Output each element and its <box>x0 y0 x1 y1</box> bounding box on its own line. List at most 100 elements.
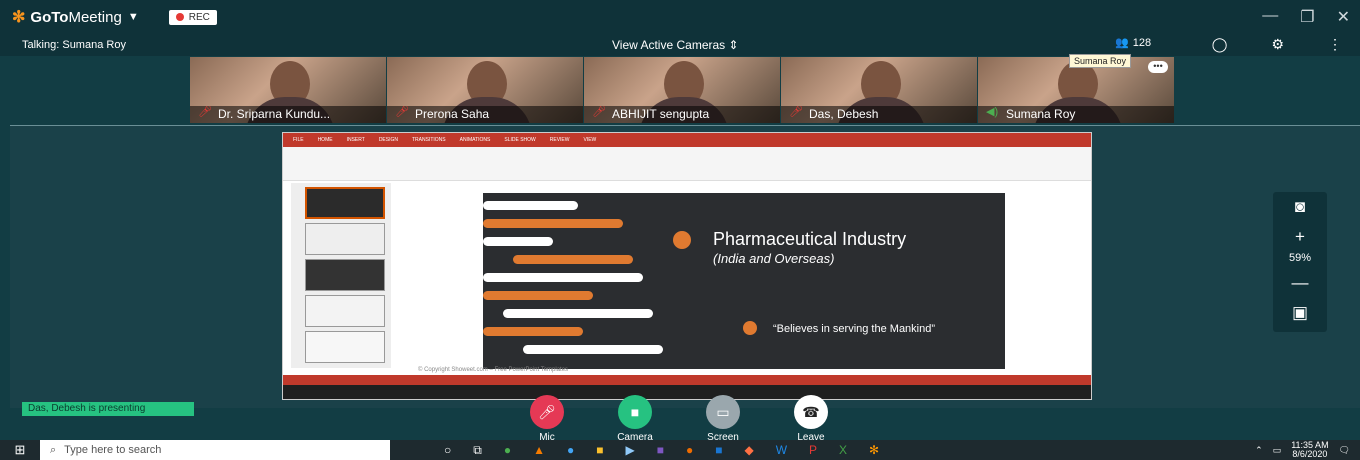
app-brand-menu[interactable]: ✻ GoTo Meeting ▼ <box>12 7 139 27</box>
attendees-button[interactable]: 👥 128 <box>1115 36 1152 50</box>
system-tray: ⌃ ▭ 11:35 AM 8/6/2020 🗨 <box>1255 440 1350 460</box>
minimize-icon[interactable]: — <box>1262 7 1278 27</box>
slide-dot <box>673 231 691 249</box>
speaking-icon: ◀) <box>986 106 999 118</box>
video-camera-icon: ■ <box>618 395 652 429</box>
current-slide: Pharmaceutical Industry (India and Overs… <box>483 193 1005 369</box>
camera-name: Prerona Saha <box>415 107 490 121</box>
hang-up-icon: ☎ <box>794 395 828 429</box>
cortana-icon[interactable]: ○ <box>444 443 451 458</box>
slide-thumbnail <box>305 187 385 219</box>
app-icon[interactable]: ◆ <box>744 443 753 458</box>
screen-share-icon: ▭ <box>706 395 740 429</box>
screen-button[interactable]: ▭ Screen <box>701 395 745 443</box>
gotomeeting-logo-icon: ✻ <box>12 9 26 26</box>
rec-label: REC <box>188 11 210 23</box>
gotomeeting-taskbar-icon[interactable]: ✻ <box>869 443 879 458</box>
powerpoint-icon[interactable]: P <box>809 443 817 458</box>
taskbar-clock[interactable]: 11:35 AM 8/6/2020 <box>1291 441 1328 459</box>
slide-decoration <box>483 201 578 210</box>
ribbon-tab: INSERT <box>346 137 365 143</box>
title-bar: ✻ GoTo Meeting ▼ REC — ❐ ✕ <box>0 0 1360 34</box>
ribbon-tab: TRANSITIONS <box>411 137 446 143</box>
app-icon[interactable]: ■ <box>657 443 664 458</box>
camera-name: Das, Debesh <box>809 107 879 121</box>
slide-decoration <box>503 309 653 318</box>
restore-icon[interactable]: ❐ <box>1300 7 1314 27</box>
windows-start-icon[interactable]: ⊞ <box>0 442 40 458</box>
ribbon-tab: SLIDE SHOW <box>504 137 536 143</box>
chrome-icon[interactable]: ● <box>504 443 511 458</box>
app-icon[interactable]: ■ <box>715 443 722 458</box>
camera-name-bar: ◀) Sumana Roy <box>978 106 1174 123</box>
file-explorer-icon[interactable]: ■ <box>596 443 603 458</box>
more-vertical-icon[interactable]: ⋮ <box>1328 36 1342 53</box>
camera-name-bar: 🎤︎ Dr. Sriparna Kundu... <box>190 106 386 123</box>
mic-button[interactable]: 🎤︎ Mic <box>525 395 569 443</box>
ribbon-tab: REVIEW <box>549 137 570 143</box>
camera-name-bar: 🎤︎ ABHIJIT sengupta <box>584 106 780 123</box>
attendee-count: 128 <box>1132 36 1152 49</box>
camera-tile[interactable]: 🎤︎ Prerona Saha <box>387 57 583 123</box>
battery-icon[interactable]: ▭ <box>1273 445 1282 456</box>
leave-button[interactable]: ☎ Leave <box>789 395 833 443</box>
meeting-controls: 🎤︎ Mic ■ Camera ▭ Screen ☎ Leave <box>525 395 833 443</box>
camera-tile[interactable]: 🎤︎ Das, Debesh <box>781 57 977 123</box>
slide-decoration <box>523 345 663 354</box>
chevron-up-icon[interactable]: ⌃ <box>1255 445 1263 456</box>
slide-copyright: © Copyright Showeet.com – Free PowerPoin… <box>418 367 569 373</box>
rec-indicator[interactable]: REC <box>168 9 217 25</box>
app-icon[interactable]: ● <box>686 443 693 458</box>
ribbon-tab: ANIMATIONS <box>459 137 491 143</box>
word-icon[interactable]: W <box>776 443 787 458</box>
ribbon-tab: HOME <box>317 137 333 143</box>
clock-date: 8/6/2020 <box>1292 449 1328 459</box>
ribbon <box>283 147 1091 181</box>
camera-name-bar: 🎤︎ Das, Debesh <box>781 106 977 123</box>
camera-button[interactable]: ■ Camera <box>613 395 657 443</box>
camera-tile[interactable]: 🎤︎ Dr. Sriparna Kundu... <box>190 57 386 123</box>
app-icon[interactable]: ▶ <box>625 443 634 458</box>
edge-icon[interactable]: ● <box>567 443 574 458</box>
slide-thumbnail <box>305 223 385 255</box>
chat-icon[interactable]: ◯ <box>1212 36 1228 53</box>
mic-muted-icon: 🎤︎ <box>789 106 803 118</box>
camera-more-button[interactable]: ••• <box>1148 61 1168 73</box>
task-view-icon[interactable]: ⧉ <box>473 443 482 458</box>
chevron-down-icon: ▼ <box>127 11 139 23</box>
up-down-chevron-icon: ⇕ <box>728 38 739 52</box>
camera-name: Sumana Roy <box>1006 107 1076 121</box>
vlc-icon[interactable]: ▲ <box>533 443 545 458</box>
zoom-in-icon[interactable]: + <box>1273 222 1327 252</box>
view-active-cameras-dropdown[interactable]: View Active Cameras ⇕ <box>612 38 739 52</box>
info-icons: ◯ ⚙ ⋮ <box>1212 36 1342 53</box>
slide-thumbnail <box>305 331 385 363</box>
info-bar: Talking: Sumana Roy View Active Cameras … <box>0 34 1360 56</box>
camera-tile[interactable]: 🎤︎ ABHIJIT sengupta <box>584 57 780 123</box>
slide-title: Pharmaceutical Industry <box>713 229 907 249</box>
ribbon-tab: FILE <box>293 137 304 143</box>
zoom-out-icon[interactable]: — <box>1273 268 1327 298</box>
notification-icon[interactable]: 🗨 <box>1339 445 1350 456</box>
slide-decoration <box>483 237 553 246</box>
close-icon[interactable]: ✕ <box>1337 7 1350 27</box>
taskbar-search-input[interactable]: ⌕ Type here to search <box>40 440 390 460</box>
camera-name: Dr. Sriparna Kundu... <box>218 107 331 121</box>
slide-subtitle: (India and Overseas) <box>713 251 835 266</box>
fit-window-icon[interactable]: ▣ <box>1273 298 1327 328</box>
taskbar-apps: ○ ⧉ ● ▲ ● ■ ▶ ■ ● ■ ◆ W P X ✻ <box>444 443 879 458</box>
windows-taskbar: ⊞ ⌕ Type here to search ○ ⧉ ● ▲ ● ■ ▶ ■ … <box>0 440 1360 460</box>
zoom-controls: ◙ + 59% — ▣ <box>1273 192 1327 332</box>
slide-thumbnails <box>291 183 391 368</box>
ribbon-tabs: FILE HOME INSERT DESIGN TRANSITIONS ANIM… <box>283 133 1091 147</box>
camera-name: ABHIJIT sengupta <box>612 107 710 121</box>
camera-snapshot-icon[interactable]: ◙ <box>1273 192 1327 222</box>
ribbon-tab: VIEW <box>583 137 597 143</box>
slide-decoration <box>483 291 593 300</box>
brand-goto: GoTo <box>30 8 69 26</box>
presenter-banner: Das, Debesh is presenting <box>22 402 194 416</box>
slide-thumbnail <box>305 295 385 327</box>
gear-icon[interactable]: ⚙ <box>1271 36 1284 53</box>
people-icon: 👥 <box>1115 37 1129 49</box>
excel-icon[interactable]: X <box>839 443 847 458</box>
